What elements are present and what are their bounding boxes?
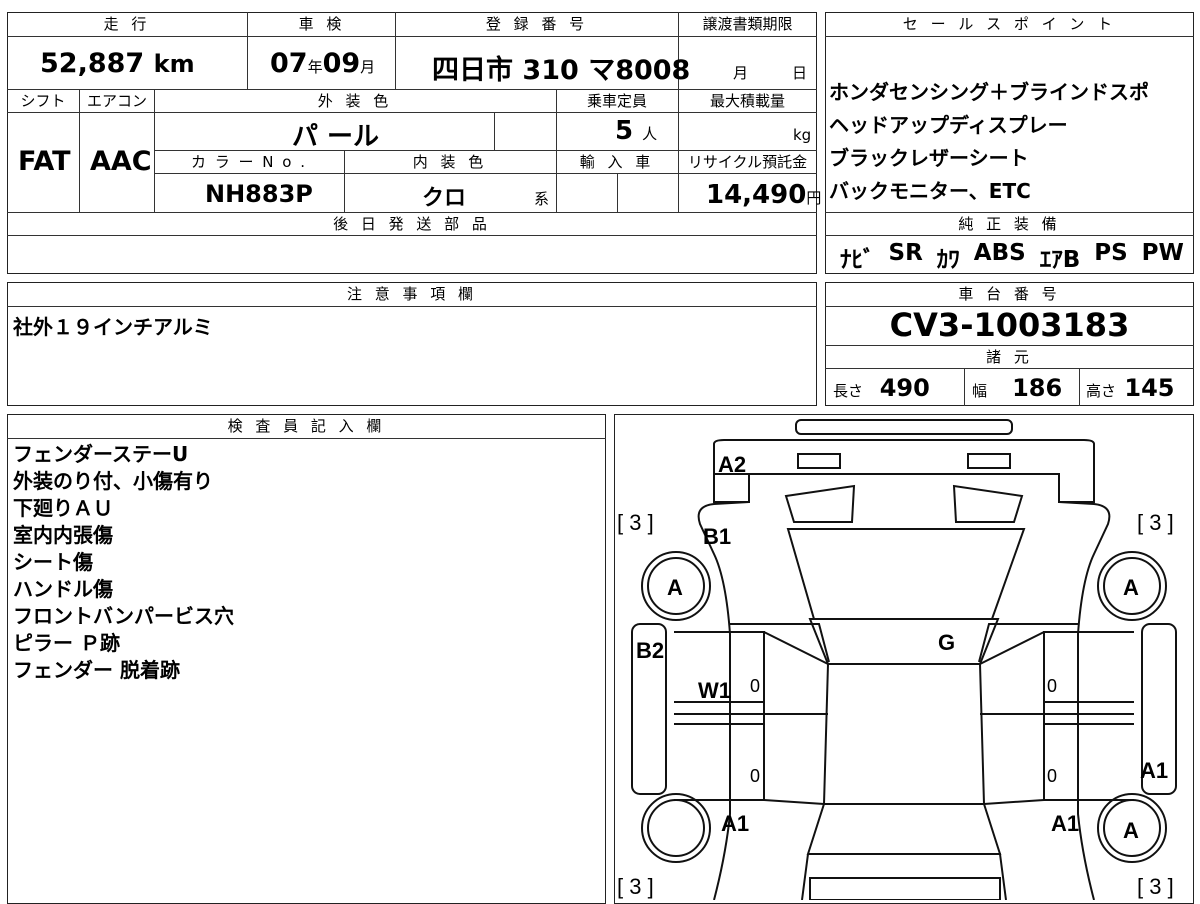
inspector-line: 室内内張傷 (13, 523, 113, 547)
zero-mark: 0 (1047, 676, 1058, 696)
inspector-line: 外装のり付、小傷有り (13, 469, 213, 493)
shift-header: シフト (20, 92, 66, 110)
mark-b2: B2 (636, 638, 665, 663)
registration-number: 四日市 310 マ8008 (432, 55, 691, 86)
sales-point-list: ホンダセンシング＋ブラインドスポ ヘッドアップディスプレー ブラックレザーシート… (829, 76, 1149, 208)
equip-pw: PW (1141, 240, 1184, 266)
spec-header: 諸 元 (986, 348, 1033, 366)
mark-w1: W1 (698, 678, 731, 703)
equip-sunroof: SR (888, 240, 923, 266)
interior-kei: 系 (534, 190, 550, 208)
import-header: 輸 入 車 (579, 153, 655, 171)
tread-front-right: [ 3 ] (1137, 510, 1174, 535)
equip-navi: ﾅﾋﾞ (840, 247, 875, 273)
notes-header: 注 意 事 項 欄 (346, 285, 478, 303)
seats-value: 5 人 (615, 116, 658, 146)
sales-line: ヘッドアップディスプレー (829, 113, 1068, 137)
shaken-header: 車 検 (298, 15, 346, 33)
mileage-header: 走 行 (103, 15, 151, 33)
tire-rear-right: A (1123, 818, 1139, 843)
transfer-month: 月 (733, 64, 749, 82)
recycle-value: 14,490円 (706, 180, 822, 210)
sales-line: ブラックレザーシート (829, 146, 1029, 170)
equip-abs: ABS (973, 240, 1026, 266)
zero-mark: 0 (750, 676, 761, 696)
inspector-line: フロントバンパービス穴 (13, 604, 234, 628)
chassis-number: CV3-1003183 (889, 306, 1130, 344)
color-number-header: カ ラ ー N o . (190, 153, 307, 171)
chassis-header: 車 台 番 号 (958, 285, 1061, 303)
equipment-list: ﾅﾋﾞ SR ｶﾜ ABS ｴｱB PS PW (840, 240, 1184, 274)
equip-airbag: ｴｱB (1039, 247, 1081, 273)
mark-a1-right: A1 (1140, 758, 1169, 783)
interior-color-header: 内 装 色 (412, 153, 488, 171)
mark-g: G (938, 630, 956, 655)
tire-front-left: A (667, 575, 683, 600)
recycle-header: リサイクル預託金 (687, 153, 808, 171)
inspector-line: 下廻りＡＵ (13, 496, 113, 520)
mileage-value: 52,887 km (40, 48, 195, 79)
inspector-line: フェンダー 脱着跡 (13, 658, 180, 682)
inspector-line: シート傷 (13, 550, 93, 574)
ac-value: AAC (90, 146, 152, 177)
width-spec: 幅 186 (972, 374, 1063, 402)
length-spec: 長さ 490 (833, 374, 930, 402)
max-load-header: 最大積載量 (709, 92, 785, 110)
later-parts-header: 後 日 発 送 部 品 (333, 215, 491, 233)
tread-rear-left: [ 3 ] (617, 874, 654, 899)
inspector-notes-list: フェンダーステーU 外装のり付、小傷有り 下廻りＡＵ 室内内張傷 シート傷 ハン… (13, 441, 234, 684)
ac-header: エアコン (86, 92, 147, 110)
color-number-value: NH883P (205, 180, 313, 208)
max-load-unit: kg (793, 126, 812, 144)
exterior-color-value: パ ール (292, 122, 380, 152)
zero-mark: 0 (750, 766, 761, 786)
inspector-line: ピラー Ｐ跡 (13, 631, 120, 655)
mark-a1-rear-left: A1 (721, 811, 750, 836)
sales-line: バックモニター、ETC (829, 179, 1031, 203)
height-spec: 高さ 145 (1086, 374, 1175, 402)
inspector-line: ハンドル傷 (13, 577, 113, 601)
seats-header: 乗車定員 (586, 92, 647, 110)
sales-point-header: セ ー ル ス ポ イ ン ト (902, 15, 1117, 33)
interior-color-value: クロ (422, 186, 467, 211)
tire-front-right: A (1123, 575, 1139, 600)
mark-a2: A2 (718, 452, 747, 477)
equip-ps: PS (1094, 240, 1128, 266)
mark-a1-rear-right: A1 (1051, 811, 1080, 836)
sales-line: ホンダセンシング＋ブラインドスポ (829, 80, 1149, 104)
shaken-value: 07年09月 (270, 48, 376, 79)
registration-header: 登 録 番 号 (485, 15, 589, 33)
transfer-header: 譲渡書類期限 (702, 15, 793, 33)
exterior-color-header: 外 装 色 (317, 92, 393, 110)
mark-b1: B1 (703, 524, 732, 549)
tread-front-left: [ 3 ] (617, 510, 654, 535)
equipment-header: 純 正 装 備 (958, 215, 1061, 233)
tread-rear-right: [ 3 ] (1137, 874, 1174, 899)
inspector-line: フェンダーステーU (13, 442, 189, 466)
equip-leather: ｶﾜ (936, 247, 960, 273)
zero-mark: 0 (1047, 766, 1058, 786)
shift-value: FAT (18, 146, 71, 177)
inspector-header: 検 査 員 記 入 欄 (227, 417, 386, 435)
notes-text: 社外１９インチアルミ (13, 315, 213, 339)
transfer-day: 日 (792, 64, 808, 82)
car-diagram (631, 419, 1177, 900)
